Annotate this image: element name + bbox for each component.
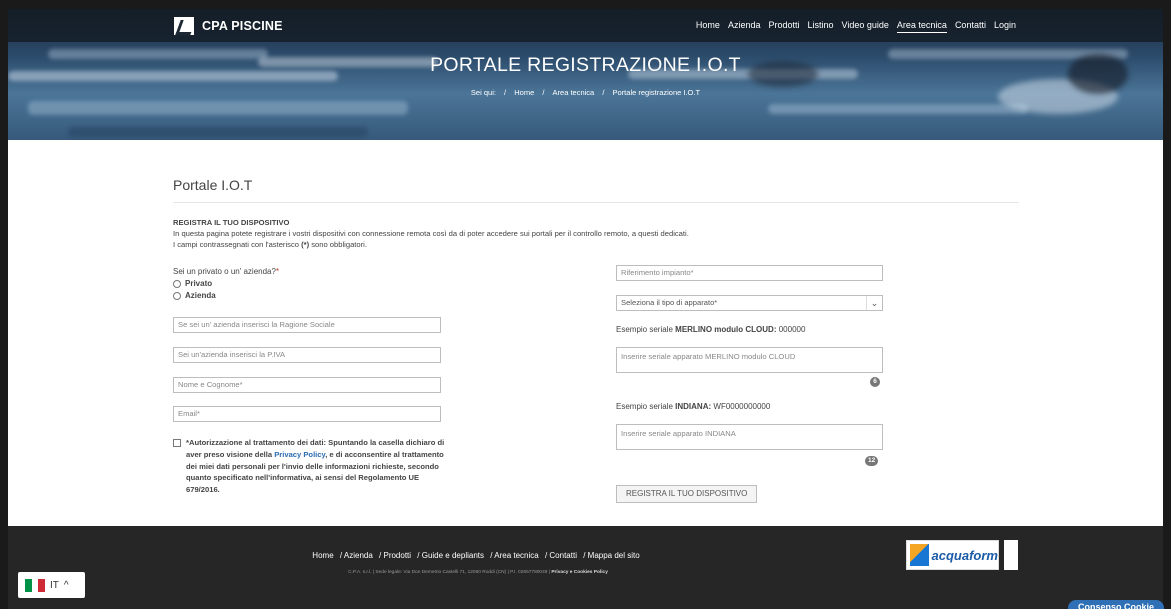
riferimento-impianto-input[interactable]: Riferimento impianto* [616,265,883,281]
partner-logo[interactable] [1004,540,1018,570]
radio-circle[interactable] [173,291,181,300]
radio-label: Privato [185,279,213,288]
section-heading: Portale I.O.T [173,177,253,193]
nav-azienda[interactable]: Azienda [728,20,761,30]
flag-stripe-white [31,578,39,592]
footer: Home / Azienda / Prodotti / Guide e depl… [8,526,1163,609]
indiana-example: Esempio seriale INDIANA: WF0000000000 [616,402,771,411]
brand-name: CPA PISCINE [202,19,283,33]
acquaform-logo-text: acquaform [931,547,998,563]
flag-stripe-red [38,578,46,592]
ragione-sociale-input[interactable]: Se sei un' azienda inserisci la Ragione … [173,317,441,333]
footer-link-mappa[interactable]: / Mappa del sito [583,551,639,560]
logo-icon [174,17,194,35]
language-code: IT [50,579,59,591]
chevron-up-icon: ^ [63,579,69,591]
consent-checkbox[interactable] [173,439,181,447]
breadcrumb-current: Portale registrazione I.O.T [612,88,701,97]
footer-link-prodotti[interactable]: / Prodotti [379,551,411,560]
privacy-policy-link[interactable]: Privacy Policy [274,450,325,459]
radio-azienda[interactable]: Azienda [173,291,216,300]
consent-text: *Autorizzazione al trattamento dei dati:… [186,438,445,495]
breadcrumb-separator: / [504,88,507,97]
merlino-serial-input[interactable]: Inserire seriale apparato MERLINO modulo… [616,347,883,373]
page-title: PORTALE REGISTRAZIONE I.O.T [430,54,741,76]
italy-flag-icon [25,578,46,592]
nav-listino[interactable]: Listino [808,20,834,30]
intro-text: REGISTRA IL TUO DISPOSITIVO In questa pa… [173,217,873,250]
chevron-down-icon: ⌄ [866,296,882,310]
main-nav: Home Azienda Prodotti Listino Video guid… [696,20,1016,33]
footer-links: Home / Azienda / Prodotti / Guide e depl… [8,551,948,560]
breadcrumb-separator: / [602,88,605,97]
acquaform-logo[interactable]: acquaform [906,540,999,570]
nav-prodotti[interactable]: Prodotti [768,20,799,30]
hero-banner: CPA PISCINE Home Azienda Prodotti Listin… [8,9,1163,140]
footer-link-guide[interactable]: / Guide e depliants [417,551,484,560]
nav-contatti[interactable]: Contatti [955,20,986,30]
page-frame: CPA PISCINE Home Azienda Prodotti Listin… [8,9,1163,609]
footer-legal: C.P.A. s.r.l. | Sede legale: Via Don Dem… [348,570,608,575]
breadcrumb-separator: / [542,88,545,97]
name-input[interactable]: Nome e Cognome* [173,377,441,393]
brand-logo[interactable]: CPA PISCINE [174,17,283,35]
footer-link-area-tecnica[interactable]: / Area tecnica [490,551,538,560]
email-input[interactable]: Email* [173,406,441,422]
register-device-button[interactable]: REGISTRA IL TUO DISPOSITIVO [616,485,758,503]
language-switcher[interactable]: IT ^ [18,572,85,598]
privacy-consent: *Autorizzazione al trattamento dei dati:… [173,437,453,496]
nav-video-guide[interactable]: Video guide [842,20,889,30]
intro-line: In questa pagina potete registrare i vos… [173,229,689,238]
device-type-select[interactable]: Seleziona il tipo di apparato* ⌄ [616,295,883,311]
top-navbar: CPA PISCINE Home Azienda Prodotti Listin… [8,9,1163,42]
breadcrumb: Sei qui: / Home / Area tecnica / Portale… [8,88,1163,97]
radio-label: Azienda [185,291,216,300]
form-title: REGISTRA IL TUO DISPOSITIVO [173,218,290,227]
footer-link-azienda[interactable]: / Azienda [340,551,373,560]
indiana-serial-input[interactable]: Inserire seriale apparato INDIANA [616,424,883,450]
cookie-consent-button[interactable]: Consenso Cookie [1068,600,1164,609]
nav-area-tecnica[interactable]: Area tecnica [896,20,947,33]
radio-privato[interactable]: Privato [173,279,212,288]
merlino-example: Esempio seriale MERLINO modulo CLOUD: 00… [616,325,806,334]
acquaform-logo-icon [910,544,929,566]
intro-required-note: I campi contrassegnati con l'asterisco (… [173,240,367,249]
radio-circle[interactable] [173,279,181,288]
customer-type-question: Sei un privato o un' azienda?* [173,267,280,276]
breadcrumb-area-tecnica[interactable]: Area tecnica [553,88,595,97]
select-value: Seleziona il tipo di apparato* [621,298,718,307]
merlino-char-counter: 6 [870,377,880,387]
piva-input[interactable]: Sei un'azienda inserisci la P.IVA [173,347,441,363]
flag-stripe-green [25,578,32,592]
indiana-char-counter: 12 [865,456,879,466]
nav-login[interactable]: Login [994,20,1016,30]
nav-home[interactable]: Home [696,20,720,30]
breadcrumb-home[interactable]: Home [514,88,534,97]
footer-link-contatti[interactable]: / Contatti [545,551,577,560]
breadcrumb-label: Sei qui: [470,88,496,97]
divider [173,202,1019,203]
footer-link-home[interactable]: Home [312,551,333,560]
footer-privacy-link[interactable]: Privacy e Cookies Policy [551,570,608,575]
